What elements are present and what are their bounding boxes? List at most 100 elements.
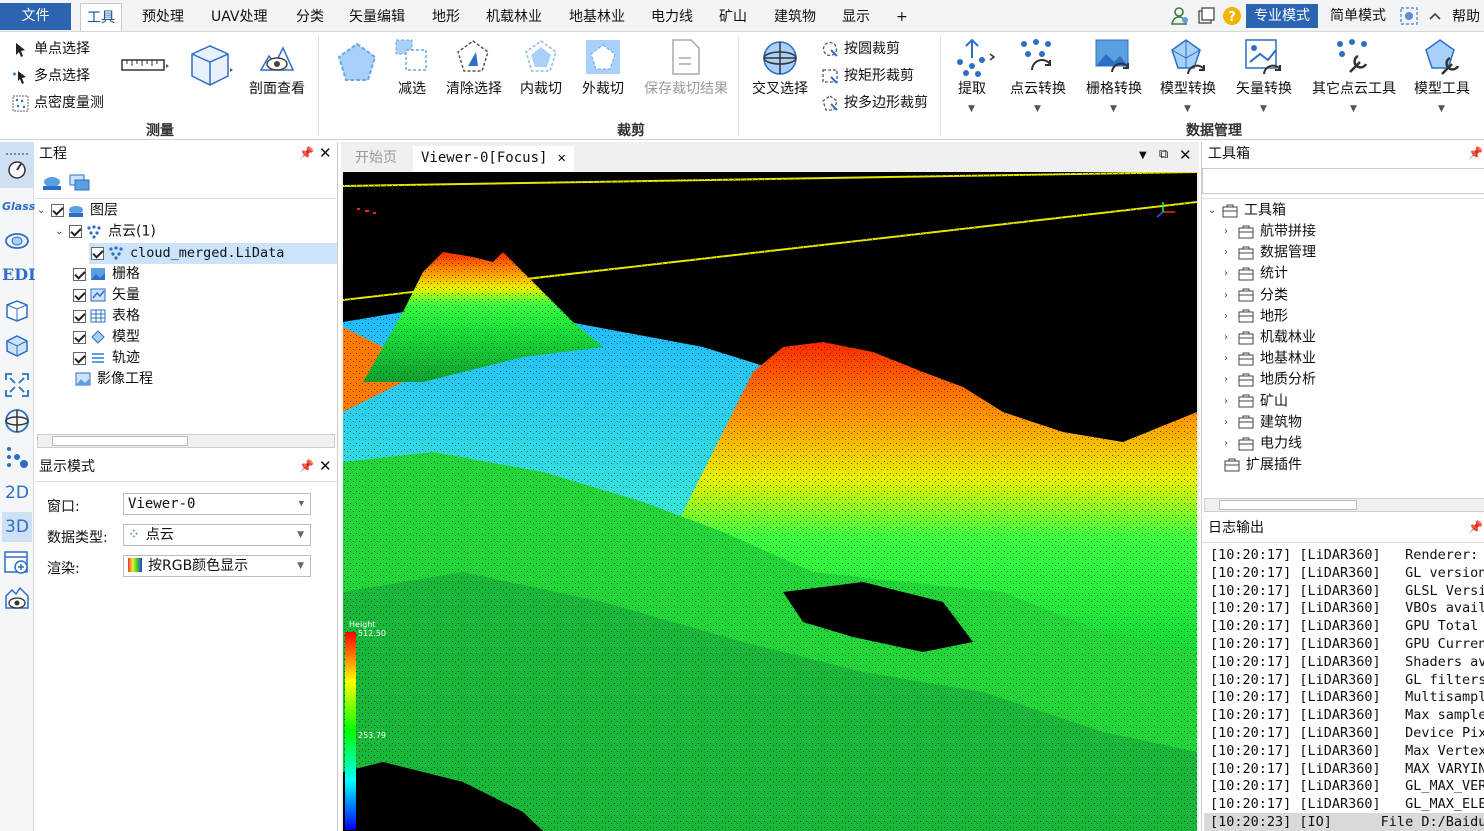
checkbox[interactable] — [73, 330, 86, 344]
tab-add[interactable]: + — [890, 3, 914, 31]
ruler-icon[interactable] — [120, 54, 170, 76]
tree-row-layers[interactable]: ⌄ 图层 — [37, 200, 118, 221]
layer-stack-icon[interactable] — [69, 174, 91, 192]
toolbox-item[interactable]: › 统计 — [1224, 263, 1288, 284]
fit-view-icon[interactable] — [4, 372, 30, 398]
expand-arrow-icon[interactable]: › — [1224, 242, 1238, 263]
tab-building[interactable]: 建筑物 — [768, 3, 822, 31]
screenshot-icon[interactable] — [1399, 6, 1419, 26]
float-window-icon[interactable]: ⧉ — [1159, 147, 1168, 162]
checkbox[interactable] — [91, 246, 104, 260]
clear-select-icon[interactable] — [454, 38, 492, 76]
vector-convert-button[interactable]: 矢量转换 — [1232, 78, 1296, 98]
cube-measure-icon[interactable] — [186, 42, 236, 90]
layer-eye-icon[interactable] — [4, 228, 30, 254]
expand-arrow-icon[interactable]: › — [1224, 412, 1238, 433]
raster-convert-icon[interactable] — [1094, 38, 1134, 78]
point-size-icon[interactable] — [4, 444, 30, 470]
datatype-select[interactable]: ⁘ 点云 ▼ — [123, 524, 311, 546]
tab-vector-edit[interactable]: 矢量编辑 — [343, 3, 411, 31]
collapse-arrow-icon[interactable]: ⌄ — [1208, 200, 1222, 221]
pointcloud-convert-icon[interactable] — [1018, 38, 1058, 78]
user-icon[interactable] — [1170, 6, 1190, 26]
point-density-button[interactable]: 点密度量测 — [12, 92, 104, 114]
tab-terrestrial-forestry[interactable]: 地基林业 — [563, 3, 631, 31]
box-view-icon[interactable] — [4, 298, 30, 324]
tab-mine[interactable]: 矿山 — [713, 3, 753, 31]
outer-clip-button[interactable]: 外裁切 — [577, 78, 629, 98]
view-2d-button[interactable]: 2D — [2, 478, 32, 508]
vector-convert-dropdown-icon[interactable]: ▼ — [1260, 104, 1267, 114]
toolbox-item[interactable]: › 地形 — [1224, 306, 1288, 327]
model-tools-dropdown-icon[interactable]: ▼ — [1438, 104, 1445, 114]
help-menu[interactable]: 帮助 — [1450, 3, 1482, 31]
tab-uav[interactable]: UAV处理 — [205, 3, 274, 31]
close-icon[interactable]: ✕ — [319, 457, 332, 475]
toolbox-item[interactable]: › 航带拼接 — [1224, 221, 1316, 242]
collapse-ribbon-icon[interactable] — [1425, 6, 1445, 26]
toolbox-item[interactable]: › 地基林业 — [1224, 348, 1316, 369]
add-layer-icon[interactable] — [41, 174, 63, 192]
polygon-clip-button[interactable]: 按多边形裁剪 — [822, 92, 928, 114]
other-tools-dropdown-icon[interactable]: ▼ — [1350, 104, 1357, 114]
expand-arrow-icon[interactable]: › — [1224, 306, 1238, 327]
glass-button[interactable]: Glass — [2, 192, 35, 222]
pointcloud-3d-canvas[interactable]: Height 512.50 253.79 — [343, 172, 1197, 831]
pin-icon[interactable]: 📌 — [299, 459, 314, 473]
model-convert-dropdown-icon[interactable]: ▼ — [1184, 104, 1191, 114]
toolbox-item[interactable]: › 地质分析 — [1224, 369, 1316, 390]
cross-select-icon[interactable] — [760, 38, 800, 78]
raster-convert-dropdown-icon[interactable]: ▼ — [1110, 104, 1117, 114]
tab-preprocess[interactable]: 预处理 — [136, 3, 190, 31]
checkbox[interactable] — [73, 288, 86, 302]
clear-select-button[interactable]: 清除选择 — [440, 78, 508, 98]
rect-clip-button[interactable]: 按矩形裁剪 — [822, 65, 914, 87]
view-3d-button[interactable]: 3D — [2, 512, 32, 542]
pin-icon[interactable]: 📌 — [1468, 146, 1483, 160]
expand-arrow-icon[interactable]: › — [1224, 327, 1238, 348]
circle-clip-button[interactable]: 按圆裁剪 — [822, 38, 900, 60]
model-convert-icon[interactable] — [1168, 38, 1208, 78]
checkbox[interactable] — [73, 309, 86, 323]
profile-view-button[interactable]: 剖面查看 — [245, 78, 309, 98]
model-tools-icon[interactable] — [1422, 38, 1462, 78]
extract-icon[interactable] — [952, 38, 998, 78]
pin-icon[interactable]: 📌 — [1468, 520, 1483, 534]
single-select-button[interactable]: 单点选择 — [12, 38, 90, 60]
camera-eye-icon[interactable] — [4, 586, 30, 612]
tab-terrain[interactable]: 地形 — [426, 3, 466, 31]
toolbox-search-input[interactable] — [1202, 168, 1484, 194]
help-icon[interactable]: ? — [1222, 6, 1242, 26]
simple-mode-button[interactable]: 简单模式 — [1322, 4, 1394, 28]
tab-start-page[interactable]: 开始页 — [347, 146, 405, 171]
menu-file[interactable]: 文件 — [0, 3, 71, 30]
toolbox-item[interactable]: › 矿山 — [1224, 391, 1288, 412]
close-viewer-icon[interactable]: ✕ — [1179, 146, 1192, 164]
expand-arrow-icon[interactable]: › — [1224, 263, 1238, 284]
toolbox-item[interactable]: › 数据管理 — [1224, 242, 1316, 263]
render-select[interactable]: 按RGB颜色显示 ▼ — [123, 555, 311, 577]
tree-row-pointcloud[interactable]: ⌄ 点云(1) — [55, 221, 156, 242]
edl-button[interactable]: EDL — [2, 260, 39, 290]
tree-row-cloud-file[interactable]: cloud_merged.LiData — [91, 243, 284, 264]
inner-clip-icon[interactable] — [522, 38, 560, 76]
save-clip-button[interactable]: 保存裁切结果 — [640, 78, 732, 98]
project-hscrollbar[interactable] — [37, 434, 335, 448]
toolbox-item[interactable]: › 电力线 — [1224, 433, 1302, 454]
cross-select-button[interactable]: 交叉选择 — [746, 78, 814, 98]
extract-button[interactable]: 提取 — [954, 78, 990, 98]
model-tools-button[interactable]: 模型工具 — [1410, 78, 1474, 98]
checkbox[interactable] — [51, 204, 64, 217]
add-window-icon[interactable] — [4, 550, 30, 576]
tab-classify[interactable]: 分类 — [290, 3, 330, 31]
cube-view-icon[interactable] — [4, 332, 30, 358]
other-pc-tools-button[interactable]: 其它点云工具 — [1308, 78, 1400, 98]
pro-mode-button[interactable]: 专业模式 — [1246, 4, 1318, 28]
tab-viewer-0[interactable]: Viewer-0[Focus] ✕ — [413, 146, 574, 172]
pointcloud-convert-button[interactable]: 点云转换 — [1006, 78, 1070, 98]
profile-view-icon[interactable] — [258, 40, 296, 78]
toolbox-root[interactable]: ⌄ 工具箱 — [1208, 200, 1286, 221]
toolbox-item[interactable]: › 分类 — [1224, 285, 1288, 306]
checkbox[interactable] — [73, 267, 86, 281]
expand-arrow-icon[interactable]: › — [1224, 369, 1238, 390]
